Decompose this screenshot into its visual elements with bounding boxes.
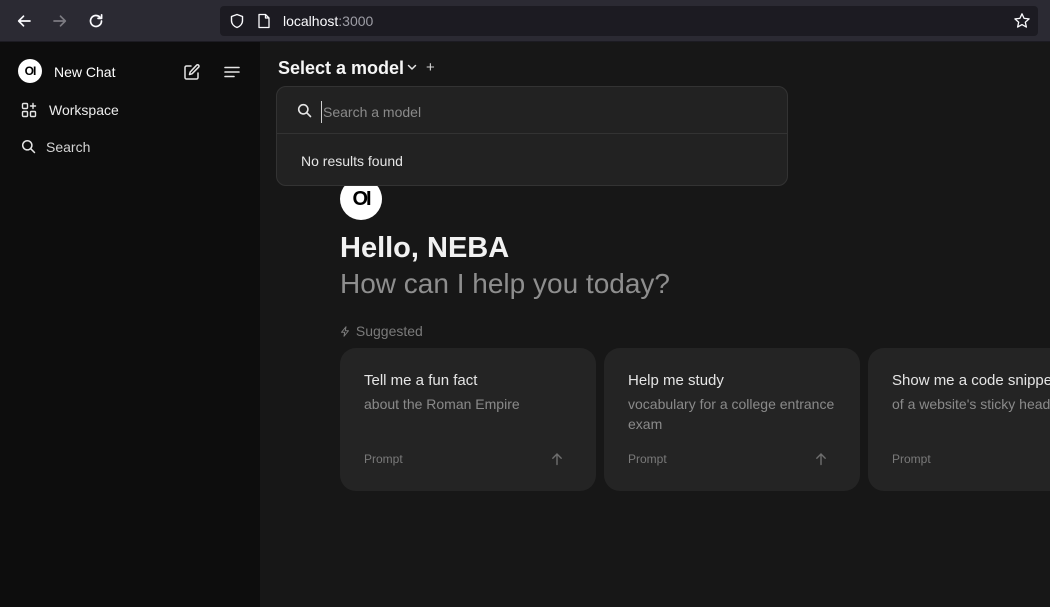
search-icon bbox=[21, 139, 36, 154]
app-logo: OI bbox=[18, 59, 42, 83]
model-select-label: Select a model bbox=[278, 58, 405, 78]
reload-button[interactable] bbox=[83, 8, 109, 34]
address-bar[interactable]: localhost:3000 bbox=[220, 6, 1038, 36]
workspace-grid-icon bbox=[21, 102, 37, 118]
suggestion-type: Prompt bbox=[892, 452, 931, 466]
bolt-icon bbox=[341, 326, 349, 337]
search-icon bbox=[297, 103, 312, 118]
suggestion-title: Help me study bbox=[628, 372, 724, 389]
arrow-up-icon bbox=[816, 453, 826, 466]
suggestion-title: Tell me a fun fact bbox=[364, 372, 478, 389]
bookmark-star-icon[interactable] bbox=[1013, 12, 1031, 30]
suggested-heading: Suggested bbox=[340, 323, 423, 339]
model-dropdown: No results found bbox=[276, 86, 788, 186]
forward-button[interactable] bbox=[47, 8, 73, 34]
suggestion-card[interactable]: Show me a code snippet of a website's st… bbox=[868, 348, 1050, 491]
suggestion-description: of a website's sticky header bbox=[892, 396, 1050, 412]
suggestion-type: Prompt bbox=[364, 452, 403, 466]
empty-results-message: No results found bbox=[301, 153, 403, 169]
sidebar-menu-button[interactable] bbox=[222, 62, 242, 82]
suggestion-card[interactable]: Tell me a fun fact about the Roman Empir… bbox=[340, 348, 596, 491]
shield-icon bbox=[230, 13, 244, 29]
sidebar-item-workspace[interactable]: Workspace bbox=[14, 95, 246, 125]
back-button[interactable] bbox=[11, 8, 37, 34]
sidebar-item-search[interactable]: Search bbox=[14, 132, 246, 162]
url-text: localhost:3000 bbox=[283, 13, 374, 29]
browser-toolbar: localhost:3000 bbox=[0, 0, 1050, 42]
arrow-left-icon bbox=[17, 15, 31, 27]
new-chat-label: New Chat bbox=[54, 64, 116, 80]
pencil-square-icon bbox=[184, 64, 200, 80]
new-chat-button[interactable]: OI New Chat bbox=[10, 54, 170, 88]
sidebar-item-label: Search bbox=[46, 139, 91, 155]
divider bbox=[277, 133, 787, 134]
compose-button[interactable] bbox=[182, 62, 202, 82]
suggestion-description: vocabulary for a college entrance exam bbox=[628, 396, 835, 432]
sidebar: OI New Chat Workspace Search bbox=[0, 42, 260, 607]
reload-icon bbox=[89, 13, 103, 28]
suggested-label: Suggested bbox=[355, 323, 423, 339]
greeting-subtitle: How can I help you today? bbox=[340, 268, 670, 299]
suggestion-type: Prompt bbox=[628, 452, 667, 466]
menu-lines-icon bbox=[224, 66, 240, 78]
suggestion-description: about the Roman Empire bbox=[364, 396, 520, 412]
add-model-button[interactable]: + bbox=[426, 59, 435, 76]
arrow-up-icon bbox=[552, 453, 562, 466]
model-selector[interactable]: Select a model bbox=[260, 42, 420, 92]
page-icon bbox=[258, 13, 270, 29]
model-search-input[interactable] bbox=[321, 101, 771, 123]
chevron-down-icon bbox=[407, 64, 417, 70]
suggestion-card[interactable]: Help me study vocabulary for a college e… bbox=[604, 348, 860, 491]
suggestion-title: Show me a code snippet bbox=[892, 372, 1050, 389]
greeting-title: Hello, NEBA bbox=[340, 232, 510, 264]
sidebar-item-label: Workspace bbox=[49, 102, 119, 118]
arrow-right-icon bbox=[53, 15, 67, 27]
